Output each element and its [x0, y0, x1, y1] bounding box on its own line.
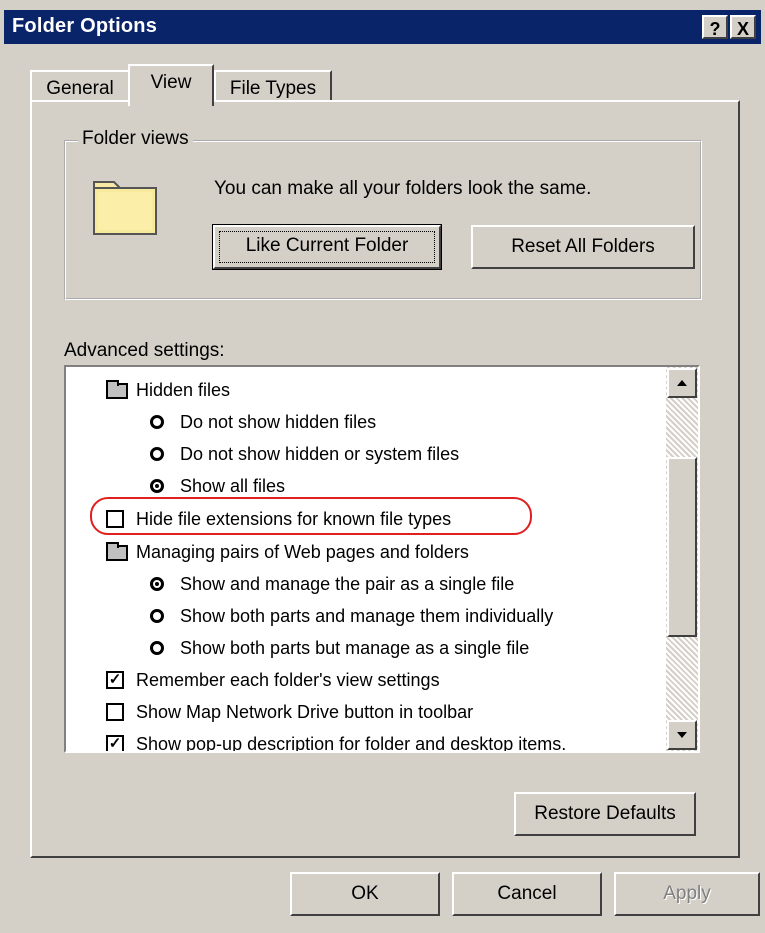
- radio-icon[interactable]: [150, 641, 164, 655]
- window-title: Folder Options: [12, 15, 158, 37]
- folder-icon: [106, 380, 128, 399]
- advanced-settings-label: Advanced settings:: [64, 340, 225, 361]
- radio-icon[interactable]: [150, 415, 164, 429]
- advanced-item-label: Show pop-up description for folder and d…: [136, 734, 567, 753]
- radio-selected-icon[interactable]: [150, 577, 164, 591]
- apply-button[interactable]: Apply: [614, 872, 760, 916]
- cancel-button[interactable]: Cancel: [452, 872, 602, 916]
- folder-views-group: [64, 140, 702, 300]
- folder-views-legend: Folder views: [78, 128, 193, 150]
- radio-icon[interactable]: [150, 609, 164, 623]
- scroll-up-button[interactable]: [667, 368, 697, 398]
- close-button[interactable]: X: [730, 15, 756, 39]
- ok-button[interactable]: OK: [290, 872, 440, 916]
- highlight-ring: [90, 497, 532, 535]
- advanced-settings-list[interactable]: Hidden files Do not show hidden files Do n…: [64, 365, 700, 753]
- advanced-item-label: Remember each folder's view settings: [136, 670, 440, 690]
- folder-views-text: You can make all your folders look the s…: [214, 178, 592, 199]
- advanced-item-label: Do not show hidden or system files: [180, 444, 460, 464]
- restore-defaults-button[interactable]: Restore Defaults: [514, 792, 696, 836]
- advanced-item-label: Do not show hidden files: [180, 412, 377, 432]
- radio-selected-icon[interactable]: [150, 479, 164, 493]
- radio-icon[interactable]: [150, 447, 164, 461]
- advanced-item-label: Show both parts and manage them individu…: [180, 606, 554, 626]
- arrow-down-icon: [677, 732, 687, 738]
- checkbox-checked-icon[interactable]: ✓: [106, 671, 124, 689]
- title-bar[interactable]: Folder Options ? X: [4, 10, 761, 44]
- checkbox-checked-icon[interactable]: ✓: [106, 735, 124, 751]
- restore-defaults-label: Restore Defaults: [534, 803, 676, 824]
- folder-icon: [93, 181, 157, 235]
- ok-label: OK: [351, 883, 379, 904]
- advanced-item-label: Hidden files: [136, 380, 231, 400]
- advanced-item-label: Managing pairs of Web pages and folders: [136, 542, 469, 562]
- advanced-item-label: Show both parts but manage as a single f…: [180, 638, 530, 658]
- scroll-thumb[interactable]: [667, 457, 697, 637]
- scroll-down-button[interactable]: [667, 720, 697, 750]
- vertical-scrollbar[interactable]: [666, 367, 698, 751]
- cancel-label: Cancel: [497, 883, 557, 904]
- apply-label: Apply: [663, 883, 711, 904]
- tab-view[interactable]: View: [128, 64, 214, 106]
- reset-all-folders-label: Reset All Folders: [511, 236, 655, 257]
- folder-icon: [106, 542, 128, 561]
- checkbox-icon[interactable]: [106, 703, 124, 721]
- like-current-folder-button[interactable]: Like Current Folder: [212, 224, 442, 270]
- arrow-up-icon: [677, 380, 687, 386]
- like-current-folder-label: Like Current Folder: [245, 235, 409, 256]
- help-button[interactable]: ?: [702, 15, 728, 39]
- advanced-item-label: Show Map Network Drive button in toolbar: [136, 702, 474, 722]
- advanced-item-label: Show and manage the pair as a single fil…: [180, 574, 515, 594]
- reset-all-folders-button[interactable]: Reset All Folders: [471, 225, 695, 269]
- folder-options-window: Folder Options ? X General View File Typ…: [0, 0, 765, 933]
